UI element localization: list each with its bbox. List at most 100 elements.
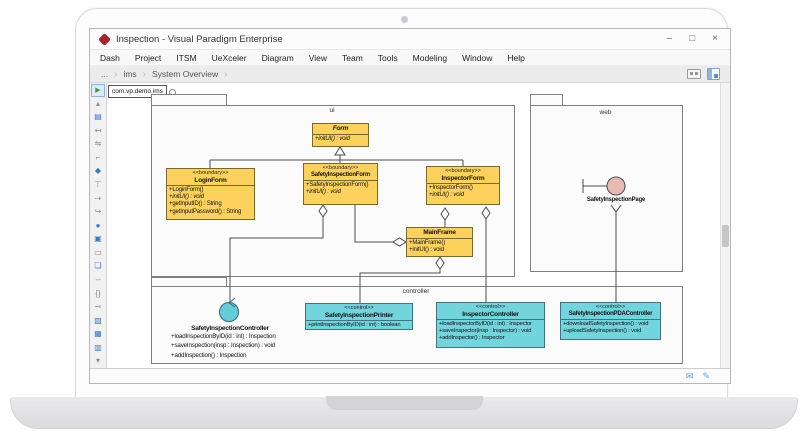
note-tool[interactable]: ❏ — [91, 260, 105, 274]
diagram-toolbar: ▶ ▴ ▤ ↤ ⇋ ⌐ ◆ ⊤ ⇢ ↪ ● ▣ ▭ ❏ -- {} ⊸ ▧ ▦ … — [90, 83, 107, 368]
class-operation: +initUI() : void — [169, 194, 252, 201]
class-safetyinspectionform[interactable]: <<boundary>> SafetyInspectionForm +Safet… — [303, 163, 378, 205]
scroll-down-icon[interactable]: ▾ — [91, 355, 105, 369]
laptop-shell: Inspection - Visual Paradigm Enterprise … — [75, 8, 728, 398]
class-operation: +printInspectionByID(id : int) : boolean — [308, 322, 410, 329]
edit-note-icon[interactable]: ✎ — [702, 371, 710, 381]
class-name: Form — [313, 125, 368, 133]
class-name: InspectorController — [437, 311, 544, 319]
grid-tool[interactable]: ▥ — [91, 341, 105, 355]
maximize-button[interactable]: □ — [689, 34, 695, 44]
dependency-tool[interactable]: ⇢ — [91, 192, 105, 206]
class-safetyinspectionprinter[interactable]: <<control>> SafetyInspectionPrinter +pri… — [305, 303, 413, 330]
class-loginform[interactable]: <<boundary>> LoginForm +LoginForm() +ini… — [166, 168, 255, 220]
menu-project[interactable]: Project — [135, 53, 161, 63]
class-operation: +initUI() : void — [429, 192, 497, 199]
use-case-tool[interactable]: ● — [91, 219, 105, 233]
menu-itsm[interactable]: ITSM — [176, 53, 196, 63]
menu-tools[interactable]: Tools — [378, 53, 398, 63]
class-name: InspectorForm — [427, 175, 499, 183]
class-operation: +addInspection() : Inspection — [171, 351, 311, 360]
class-operation: +saveInspection(insp : Inspection) : voi… — [171, 341, 311, 350]
class-operation: +initUI() : void — [306, 189, 375, 196]
resource-catalog-tool[interactable]: ⇋ — [91, 138, 105, 152]
minimize-button[interactable]: – — [667, 34, 673, 44]
laptop-notch — [326, 396, 483, 410]
menu-modeling[interactable]: Modeling — [413, 53, 448, 63]
class-operation: +MainFrame() — [409, 240, 470, 247]
close-button[interactable]: × — [712, 34, 718, 44]
class-operation: +loadInspectorByID(id : int) : Inspector — [439, 321, 542, 328]
decision-node-tool[interactable]: ◆ — [91, 165, 105, 179]
class-tool[interactable]: ▤ — [91, 110, 105, 124]
menu-bar: Dash Project ITSM UeXceler Diagram View … — [90, 50, 730, 66]
run-play-tool[interactable]: ▶ — [91, 84, 105, 97]
boundary-tool[interactable]: ⊤ — [91, 178, 105, 192]
class-operation: +initUI() : void — [315, 136, 366, 143]
association-tool[interactable]: ↤ — [91, 124, 105, 138]
chevron-right-icon: › — [143, 69, 146, 80]
class-operation: +getInputPassword() : String — [169, 209, 252, 216]
frame-tool[interactable]: ▭ — [91, 246, 105, 260]
package-tool[interactable]: ▧ — [91, 314, 105, 328]
realization-tool[interactable]: ↪ — [91, 205, 105, 219]
class-name: SafetyInspectionPDAController — [561, 311, 660, 319]
subdiagram-tool[interactable]: ▣ — [91, 233, 105, 247]
class-safetyinspectionpdacontroller[interactable]: <<control>> SafetyInspectionPDAControlle… — [560, 302, 661, 340]
package-controller-label: controller — [151, 288, 681, 295]
class-name: SafetyInspectionForm — [304, 172, 377, 180]
window-title: Inspection - Visual Paradigm Enterprise — [116, 34, 283, 45]
polyline-tool[interactable]: ⌐ — [91, 151, 105, 165]
menu-window[interactable]: Window — [462, 53, 492, 63]
package-web-label: web — [530, 109, 681, 116]
title-bar: Inspection - Visual Paradigm Enterprise … — [90, 29, 730, 50]
fit-to-window-icon[interactable] — [687, 69, 701, 79]
laptop-base — [10, 397, 798, 429]
chevron-right-icon: › — [224, 69, 227, 80]
class-inspectorcontroller[interactable]: <<control>> InspectorController +loadIns… — [436, 302, 545, 348]
menu-team[interactable]: Team — [342, 53, 363, 63]
boundary-label-safetyinspectionpage[interactable]: SafetyInspectionPage — [571, 197, 661, 203]
class-operation: +downloadSafetyInspection() : void — [563, 321, 658, 328]
class-operation: +getInputID() : String — [169, 201, 252, 208]
menu-uexceler[interactable]: UeXceler — [212, 53, 247, 63]
control-label-safetyinspectioncontroller[interactable]: SafetyInspectionController — [164, 325, 296, 332]
dashes-separator: -- — [91, 273, 105, 287]
laptop-camera — [401, 16, 408, 23]
class-operation: +saveInspector(insp : Inspector) : void — [439, 328, 542, 335]
constraint-tool[interactable]: {} — [91, 287, 105, 301]
vertical-scrollbar[interactable] — [720, 83, 730, 368]
mail-icon[interactable]: ✉ — [686, 371, 694, 381]
class-operation: +initUI() : void — [409, 247, 470, 254]
class-form[interactable]: Form +initUI() : void — [312, 123, 369, 147]
class-inspectorform[interactable]: <<boundary>> InspectorForm +InspectorFor… — [426, 166, 500, 205]
visual-paradigm-logo-icon — [98, 33, 111, 46]
menu-dash[interactable]: Dash — [100, 53, 120, 63]
class-name: SafetyInspectionPrinter — [306, 312, 412, 320]
package-ui-label: ui — [151, 107, 513, 114]
package-web[interactable] — [530, 105, 683, 272]
class-mainframe[interactable]: MainFrame +MainFrame() +initUI() : void — [406, 227, 473, 257]
lollipop-interface-tool[interactable]: ⊸ — [91, 300, 105, 314]
class-operation: +loadInspectionByID(id : int) : Inspecti… — [171, 332, 311, 341]
breadcrumb-root[interactable]: ... — [96, 69, 113, 79]
scrollbar-thumb[interactable] — [722, 225, 729, 247]
diagram-canvas[interactable]: com.vp.demo.ims ui web controller — [107, 83, 730, 368]
control-operations: +loadInspectionByID(id : int) : Inspecti… — [171, 332, 311, 360]
class-operation: +LoginForm() — [169, 187, 252, 194]
class-name: LoginForm — [167, 177, 254, 185]
menu-help[interactable]: Help — [507, 53, 524, 63]
class-operation: +InspectorForm() — [429, 185, 497, 192]
breadcrumb-system-overview[interactable]: System Overview — [147, 69, 223, 79]
menu-diagram[interactable]: Diagram — [262, 53, 294, 63]
class-operation: +addInspector() : Inspector — [439, 335, 542, 342]
scroll-up-icon[interactable]: ▴ — [91, 97, 105, 111]
class-operation: +uploadSafetyInspection() : void — [563, 328, 658, 335]
breadcrumb-ims[interactable]: ims — [118, 69, 141, 79]
app-window: Inspection - Visual Paradigm Enterprise … — [89, 28, 731, 384]
chart-tool[interactable]: ▦ — [91, 327, 105, 341]
menu-view[interactable]: View — [309, 53, 327, 63]
layout-panel-icon[interactable] — [707, 68, 720, 80]
breadcrumb: ... › ims › System Overview › — [90, 66, 730, 83]
status-bar: ✉ ✎ — [90, 368, 730, 383]
